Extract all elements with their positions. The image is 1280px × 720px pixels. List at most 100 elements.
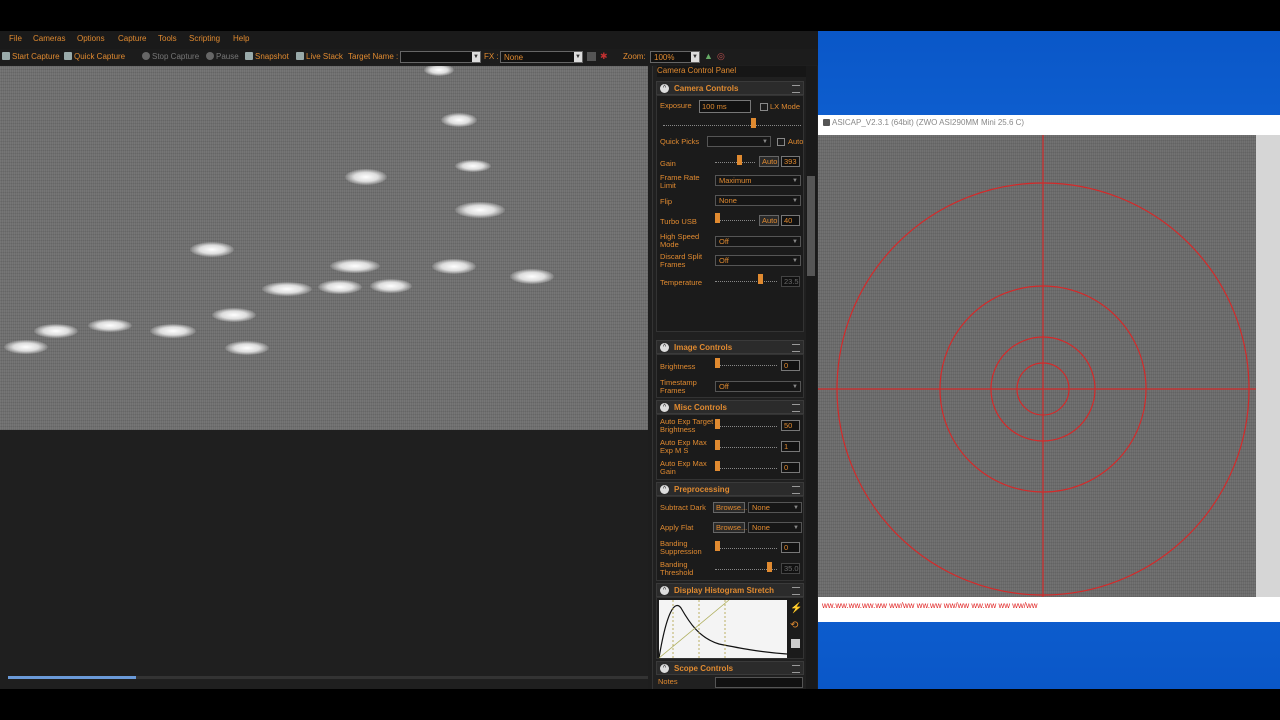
temperature-label: Temperature: [660, 278, 703, 287]
exposure-slider-thumb[interactable]: [751, 118, 756, 128]
menu-help[interactable]: Help: [233, 34, 249, 43]
menu-icon[interactable]: [792, 665, 800, 673]
turbo-auto-button[interactable]: Auto: [759, 215, 779, 226]
section-misc-controls[interactable]: ^ Misc Controls: [656, 400, 804, 414]
quick-picks-auto-checkbox[interactable]: [777, 138, 785, 146]
section-image-controls[interactable]: ^ Image Controls: [656, 340, 804, 354]
reset-icon[interactable]: ⟲: [790, 620, 798, 631]
menu-file[interactable]: File: [9, 34, 22, 43]
auto-exp-max-ms-value[interactable]: 1: [781, 441, 800, 452]
gain-slider-thumb[interactable]: [737, 155, 742, 165]
section-scope-controls[interactable]: ^ Scope Controls: [656, 661, 804, 675]
turbo-usb-slider[interactable]: [715, 213, 755, 223]
menu-scripting[interactable]: Scripting: [189, 34, 220, 43]
notes-field[interactable]: [715, 677, 803, 688]
target-name-combo[interactable]: ▼: [400, 51, 481, 63]
live-stack-button[interactable]: Live Stack: [296, 52, 343, 61]
banding-suppression-slider[interactable]: [715, 541, 777, 551]
menu-icon[interactable]: [792, 587, 800, 595]
stop-icon: [142, 52, 150, 60]
gain-slider[interactable]: [715, 155, 755, 165]
apply-flat-browse-button[interactable]: Browse...: [713, 522, 747, 533]
discard-split-dropdown[interactable]: Off ▼: [715, 255, 801, 266]
preview-background: [0, 430, 648, 689]
high-speed-dropdown[interactable]: Off ▼: [715, 236, 801, 247]
auto-exp-max-gain-value[interactable]: 0: [781, 462, 800, 473]
zoom-label: Zoom:: [623, 52, 646, 61]
menu-cameras[interactable]: Cameras: [33, 34, 65, 43]
save-icon[interactable]: [791, 639, 800, 648]
reticle-icon[interactable]: ✱: [600, 51, 608, 62]
brightness-slider[interactable]: [715, 358, 777, 368]
fx-label: FX :: [484, 52, 499, 61]
focus-icon[interactable]: ◎: [717, 51, 725, 62]
timestamp-label: Timestamp Frames: [660, 378, 697, 395]
banding-suppression-slider-thumb[interactable]: [715, 541, 720, 551]
auto-exp-target-value[interactable]: 50: [781, 420, 800, 431]
asicap-side-panel: [1256, 135, 1280, 597]
histogram-icon[interactable]: ▲: [704, 51, 713, 61]
top-black-bar: [0, 0, 1280, 31]
apply-flat-dropdown[interactable]: None ▼: [748, 522, 802, 533]
menu-icon[interactable]: [792, 85, 800, 93]
lightning-icon[interactable]: ⚡: [790, 603, 802, 614]
auto-exp-target-slider-thumb[interactable]: [715, 419, 720, 429]
chevron-down-icon: ▼: [762, 139, 768, 145]
grid-icon[interactable]: [587, 52, 596, 61]
section-preprocessing[interactable]: ^ Preprocessing: [656, 482, 804, 496]
camera-control-panel: Camera Control Panel ⊞ ^Camera Controls …: [652, 66, 819, 689]
auto-exp-max-ms-slider-thumb[interactable]: [715, 440, 720, 450]
exposure-slider[interactable]: [663, 118, 801, 128]
start-capture-button[interactable]: Start Capture: [2, 52, 60, 61]
frame-rate-dropdown[interactable]: Maximum ▼: [715, 175, 801, 186]
camera-icon: [64, 52, 72, 60]
auto-exp-target-slider[interactable]: [715, 419, 777, 429]
snapshot-icon: [245, 52, 253, 60]
flip-dropdown[interactable]: None ▼: [715, 195, 801, 206]
menu-capture[interactable]: Capture: [118, 34, 146, 43]
pause-button[interactable]: Pause: [206, 52, 239, 61]
gain-label: Gain: [660, 159, 676, 168]
turbo-usb-value[interactable]: 40: [781, 215, 800, 226]
banding-suppression-label: Banding Suppression: [660, 539, 702, 556]
quick-picks-dropdown[interactable]: ▼: [707, 136, 771, 147]
turbo-usb-slider-thumb[interactable]: [715, 213, 720, 223]
section-camera-controls[interactable]: ^ Camera Controls: [656, 81, 804, 95]
frame-rate-label: Frame Rate Limit: [660, 173, 700, 190]
exposure-label: Exposure: [660, 101, 692, 110]
asicap-app-icon: [823, 119, 830, 126]
menu-icon[interactable]: [792, 344, 800, 352]
timestamp-dropdown[interactable]: Off ▼: [715, 381, 801, 392]
asicap-status-text: ww.ww.ww.ww.ww ww/ww ww.ww ww/ww ww.ww w…: [822, 601, 1038, 610]
sharpcap-window: File Cameras Options Capture Tools Scrip…: [0, 31, 819, 689]
brightness-slider-thumb[interactable]: [715, 358, 720, 368]
menu-tools[interactable]: Tools: [158, 34, 177, 43]
scrollbar-thumb[interactable]: [807, 176, 815, 276]
subtract-dark-browse-button[interactable]: Browse...: [713, 502, 747, 513]
zoom-combo[interactable]: 100% ▼: [650, 51, 700, 63]
auto-exp-max-gain-slider[interactable]: [715, 461, 777, 471]
chevron-down-icon: ▼: [792, 198, 798, 204]
gain-value[interactable]: 393: [781, 156, 800, 167]
quick-capture-button[interactable]: Quick Capture: [64, 52, 125, 61]
section-display-histogram-stretch[interactable]: ^ Display Histogram Stretch: [656, 583, 804, 597]
stop-capture-button[interactable]: Stop Capture: [142, 52, 199, 61]
menu-icon[interactable]: [792, 404, 800, 412]
fx-combo[interactable]: None ▼: [500, 51, 583, 63]
asicap-window: ASICAP_V2.3.1 (64bit) (ZWO ASI290MM Mini…: [818, 115, 1280, 622]
gain-auto-button[interactable]: Auto: [759, 156, 779, 167]
subtract-dark-dropdown[interactable]: None ▼: [748, 502, 802, 513]
lx-mode-checkbox[interactable]: [760, 103, 768, 111]
exposure-value[interactable]: 100 ms: [699, 100, 751, 113]
banding-suppression-value[interactable]: 0: [781, 542, 800, 553]
brightness-value[interactable]: 0: [781, 360, 800, 371]
apply-flat-label: Apply Flat: [660, 523, 694, 532]
panel-scrollbar[interactable]: [806, 66, 817, 689]
auto-exp-max-gain-slider-thumb[interactable]: [715, 461, 720, 471]
menu-icon[interactable]: [792, 486, 800, 494]
histogram-chart[interactable]: [659, 600, 787, 658]
auto-exp-max-ms-slider[interactable]: [715, 440, 777, 450]
chevron-down-icon: ▼: [574, 52, 582, 62]
menu-options[interactable]: Options: [77, 34, 105, 43]
snapshot-button[interactable]: Snapshot: [245, 52, 289, 61]
